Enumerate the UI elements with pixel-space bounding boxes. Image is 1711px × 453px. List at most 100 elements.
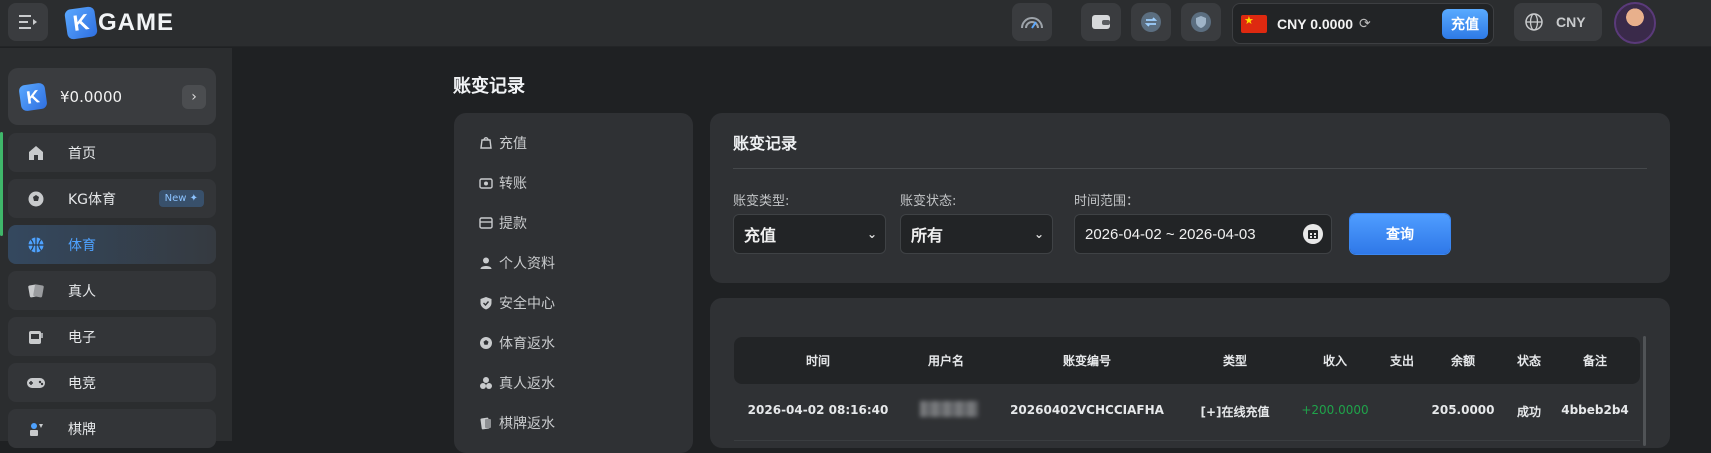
date-range-input[interactable]: 2026-04-02 ~ 2026-04-03 — [1074, 214, 1332, 254]
wallet-balance: CNY 0.0000 ⟳ 充值 — [1232, 3, 1494, 44]
date-range-value: 2026-04-02 ~ 2026-04-03 — [1085, 225, 1256, 243]
cell-status: 成功 — [1516, 405, 1542, 419]
logo-k-mark: K — [18, 81, 48, 112]
transfer-icon — [479, 176, 493, 190]
table-scrollbar[interactable] — [1643, 336, 1646, 446]
submenu-item-label: 安全中心 — [499, 296, 555, 312]
filter-panel: 账变记录 账变类型: 充值 ⌄ 账变状态: 所有 ⌄ 时间范围： 2026-04… — [710, 113, 1670, 283]
submenu-item-cards-rebate[interactable]: 棋牌返水 — [479, 413, 555, 433]
wallet-amount: CNY 0.0000 — [1277, 15, 1354, 32]
vip-button[interactable] — [1181, 3, 1221, 41]
chevron-right-icon[interactable]: › — [182, 85, 206, 109]
deposit-button[interactable]: 充值 — [1442, 9, 1488, 39]
col-header-type: 类型 — [1222, 354, 1248, 368]
cell-time: 2026-04-02 08:16:40 — [747, 403, 889, 417]
submenu-item-label: 个人资料 — [499, 256, 555, 272]
card-rebate-icon — [479, 416, 493, 430]
top-bar: K GAME CNY 0.0000 ⟳ 充值 CNY — [0, 0, 1711, 47]
vip-shield-icon — [1191, 12, 1211, 32]
home-icon — [26, 143, 46, 163]
account-submenu: 充值 转账 提款 个人资料 安全中心 体育返水 真人返水 棋牌返水 — [454, 113, 693, 453]
new-badge-text: New — [164, 193, 187, 204]
submenu-item-label: 充值 — [499, 136, 527, 152]
chips-icon — [479, 376, 493, 390]
wallet-button[interactable] — [1081, 3, 1121, 41]
cell-note: 4bbeb2b4 — [1561, 403, 1629, 417]
range-label: 时间范围： — [1074, 194, 1140, 209]
deposit-icon — [479, 136, 493, 150]
divider — [733, 168, 1647, 169]
col-header-income: 收入 — [1322, 354, 1348, 368]
type-select-value: 充值 — [744, 226, 777, 245]
sidebar-item-label: 棋牌 — [68, 421, 96, 438]
sidebar-item-chess-cards[interactable]: 棋牌 — [8, 409, 216, 448]
sidebar-item-label: KG体育 — [68, 191, 117, 208]
soccer-icon — [479, 336, 493, 350]
user-avatar[interactable] — [1614, 2, 1656, 44]
cell-type: [+]在线充值 — [1200, 405, 1270, 419]
type-select[interactable]: 充值 ⌄ — [733, 214, 886, 254]
sidebar: K ¥0.0000 › 首页 KG体育 New ✦ 体育 真人 电子 电竞 棋牌 — [0, 48, 232, 448]
logo-k-mark: K — [64, 6, 98, 40]
sidebar-item-slots[interactable]: 电子 — [8, 317, 216, 356]
cards-icon — [26, 281, 46, 301]
sidebar-item-sports[interactable]: 体育 — [8, 225, 216, 264]
submenu-item-label: 转账 — [499, 176, 527, 192]
cell-income: +200.0000 — [1301, 403, 1369, 417]
menu-toggle-button[interactable] — [8, 3, 48, 41]
col-header-note: 备注 — [1582, 354, 1608, 368]
sidebar-item-esports[interactable]: 电竞 — [8, 363, 216, 402]
language-currency-selector[interactable]: CNY — [1514, 3, 1602, 41]
submenu-item-label: 棋牌返水 — [499, 416, 555, 432]
sidebar-item-live-casino[interactable]: 真人 — [8, 271, 216, 310]
col-header-order-no: 账变编号 — [1062, 354, 1112, 368]
china-flag-icon — [1241, 14, 1267, 33]
col-header-status: 状态 — [1516, 354, 1542, 368]
status-label: 账变状态: — [900, 194, 957, 209]
shield-icon — [479, 296, 493, 310]
withdraw-icon — [479, 216, 493, 230]
chevron-down-icon: ⌄ — [866, 227, 877, 241]
calendar-icon[interactable] — [1303, 224, 1323, 244]
transfer-button[interactable] — [1131, 3, 1171, 41]
records-table-panel: 时间 用户名 账变编号 类型 收入 支出 余额 状态 备注 2026-04-02… — [710, 298, 1670, 448]
refresh-icon[interactable]: ⟳ — [1359, 16, 1371, 32]
transfer-arrows-icon — [1141, 12, 1161, 32]
page-title: 账变记录 — [453, 76, 525, 97]
sidebar-item-label: 真人 — [68, 283, 96, 300]
logo-text: GAME — [98, 9, 174, 36]
signal-button[interactable] — [1012, 3, 1052, 41]
sidebar-item-kg-sports[interactable]: KG体育 New ✦ — [8, 179, 216, 218]
query-button[interactable]: 查询 — [1350, 214, 1450, 254]
sidebar-item-label: 首页 — [68, 145, 96, 162]
submenu-item-withdraw[interactable]: 提款 — [479, 213, 527, 233]
cell-username-redacted — [920, 401, 978, 417]
submenu-item-label: 真人返水 — [499, 376, 555, 392]
col-header-balance: 余额 — [1450, 354, 1476, 368]
basketball-icon — [26, 235, 46, 255]
sidebar-balance-amount: ¥0.0000 — [60, 87, 123, 106]
table-header — [734, 337, 1640, 384]
sidebar-item-label: 电子 — [68, 329, 96, 346]
col-header-username: 用户名 — [927, 354, 965, 368]
site-logo[interactable]: K GAME — [64, 6, 174, 40]
filter-title: 账变记录 — [733, 134, 798, 153]
submenu-item-transfer[interactable]: 转账 — [479, 173, 527, 193]
sidebar-item-home[interactable]: 首页 — [8, 133, 216, 172]
col-header-time: 时间 — [805, 354, 831, 368]
submenu-item-deposit[interactable]: 充值 — [479, 133, 527, 153]
col-header-expense: 支出 — [1389, 354, 1415, 368]
submenu-item-security[interactable]: 安全中心 — [479, 293, 555, 313]
submenu-item-label: 提款 — [499, 216, 527, 232]
chevron-down-icon: ⌄ — [1033, 227, 1044, 241]
sidebar-item-label: 电竞 — [68, 375, 96, 392]
submenu-item-profile[interactable]: 个人资料 — [479, 253, 555, 273]
wallet-icon — [1092, 15, 1110, 29]
new-badge: New ✦ — [158, 190, 204, 207]
sidebar-balance-card[interactable]: K ¥0.0000 › — [8, 68, 216, 125]
status-select[interactable]: 所有 ⌄ — [900, 214, 1053, 254]
submenu-item-sports-rebate[interactable]: 体育返水 — [479, 333, 555, 353]
cell-balance: 205.0000 — [1431, 403, 1495, 417]
submenu-item-live-rebate[interactable]: 真人返水 — [479, 373, 555, 393]
hamburger-menu-icon — [19, 15, 37, 29]
